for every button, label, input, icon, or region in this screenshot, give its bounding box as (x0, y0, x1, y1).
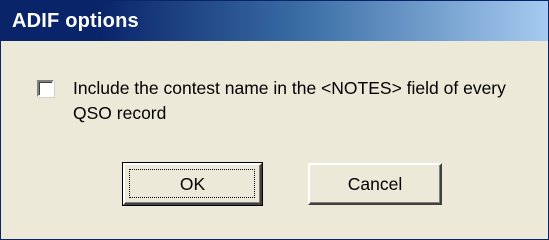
cancel-button-label: Cancel (347, 173, 403, 194)
ok-button[interactable]: OK (122, 162, 263, 206)
dialog-body: Include the contest name in the <NOTES> … (1, 41, 548, 239)
dialog-title: ADIF options (12, 10, 139, 32)
focus-rectangle (129, 169, 255, 198)
include-contest-name-checkbox[interactable] (37, 80, 54, 97)
title-bar[interactable]: ADIF options (1, 1, 548, 41)
cancel-button[interactable]: Cancel (308, 163, 442, 205)
adif-options-dialog: ADIF options Include the contest name in… (0, 0, 549, 240)
include-contest-name-label[interactable]: Include the contest name in the <NOTES> … (73, 76, 543, 126)
